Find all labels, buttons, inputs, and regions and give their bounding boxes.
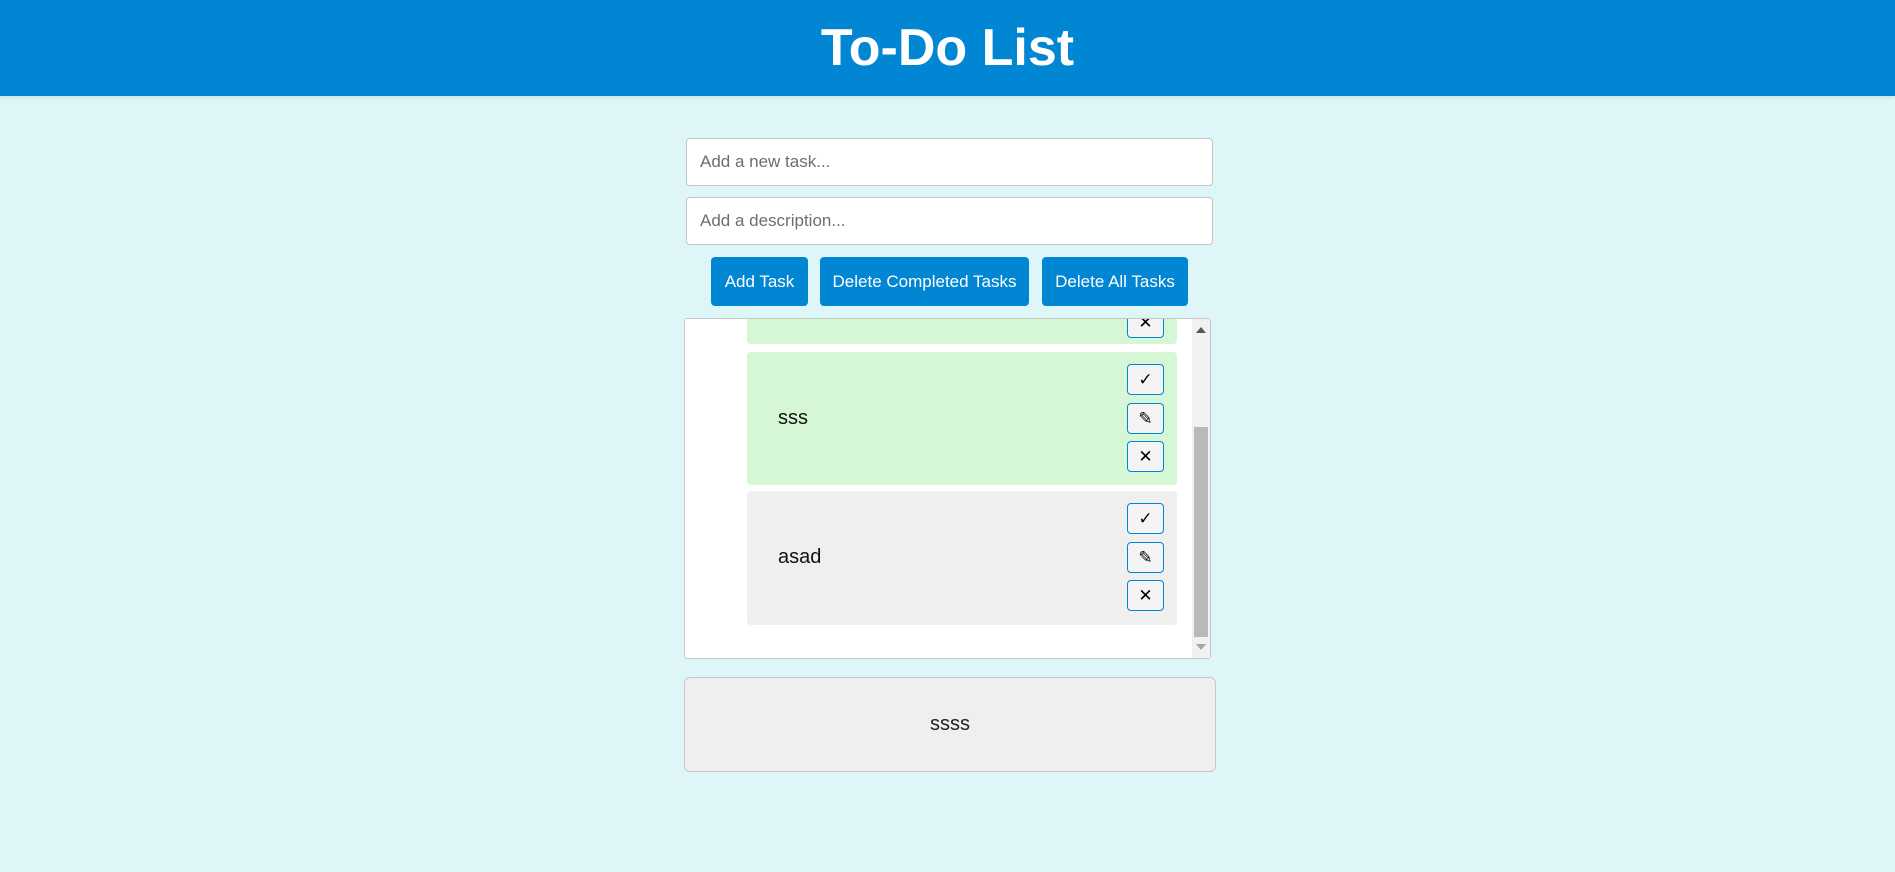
task-item: ✕ — [747, 318, 1177, 344]
close-icon: ✕ — [1138, 585, 1153, 606]
task-title: asad — [778, 546, 822, 568]
edit-task-button[interactable]: ✎ — [1127, 542, 1164, 573]
checkmark-icon: ✓ — [1138, 508, 1153, 529]
task-title-input[interactable] — [686, 138, 1213, 186]
task-detail-text: ssss — [930, 713, 970, 735]
task-item: sss ✓ ✎ ✕ — [747, 352, 1177, 485]
scrollbar-thumb[interactable] — [1194, 427, 1208, 637]
add-task-button[interactable]: Add Task — [711, 257, 808, 306]
close-icon: ✕ — [1138, 446, 1153, 467]
pencil-icon: ✎ — [1138, 547, 1153, 568]
complete-task-button[interactable]: ✓ — [1127, 503, 1164, 534]
delete-task-button[interactable]: ✕ — [1127, 441, 1164, 472]
task-item: asad ✓ ✎ ✕ — [747, 491, 1177, 625]
task-description-input[interactable] — [686, 197, 1213, 245]
task-title: sss — [778, 407, 808, 429]
complete-task-button[interactable]: ✓ — [1127, 364, 1164, 395]
edit-task-button[interactable]: ✎ — [1127, 403, 1164, 434]
delete-all-tasks-button[interactable]: Delete All Tasks — [1042, 257, 1188, 306]
task-detail-panel: ssss — [684, 677, 1216, 772]
close-icon: ✕ — [1138, 318, 1153, 333]
pencil-icon: ✎ — [1138, 408, 1153, 429]
scroll-up-arrow-icon[interactable] — [1196, 327, 1206, 333]
task-list[interactable]: ✕ sss ✓ ✎ ✕ asad ✓ ✎ ✕ — [684, 318, 1211, 659]
delete-task-button[interactable]: ✕ — [1127, 318, 1164, 338]
checkmark-icon: ✓ — [1138, 369, 1153, 390]
delete-completed-tasks-button[interactable]: Delete Completed Tasks — [820, 257, 1029, 306]
app-header: To-Do List — [0, 0, 1895, 96]
scroll-down-arrow-icon[interactable] — [1196, 644, 1206, 650]
page-title: To-Do List — [820, 19, 1075, 77]
task-list-scrollbar[interactable] — [1192, 319, 1210, 658]
delete-task-button[interactable]: ✕ — [1127, 580, 1164, 611]
